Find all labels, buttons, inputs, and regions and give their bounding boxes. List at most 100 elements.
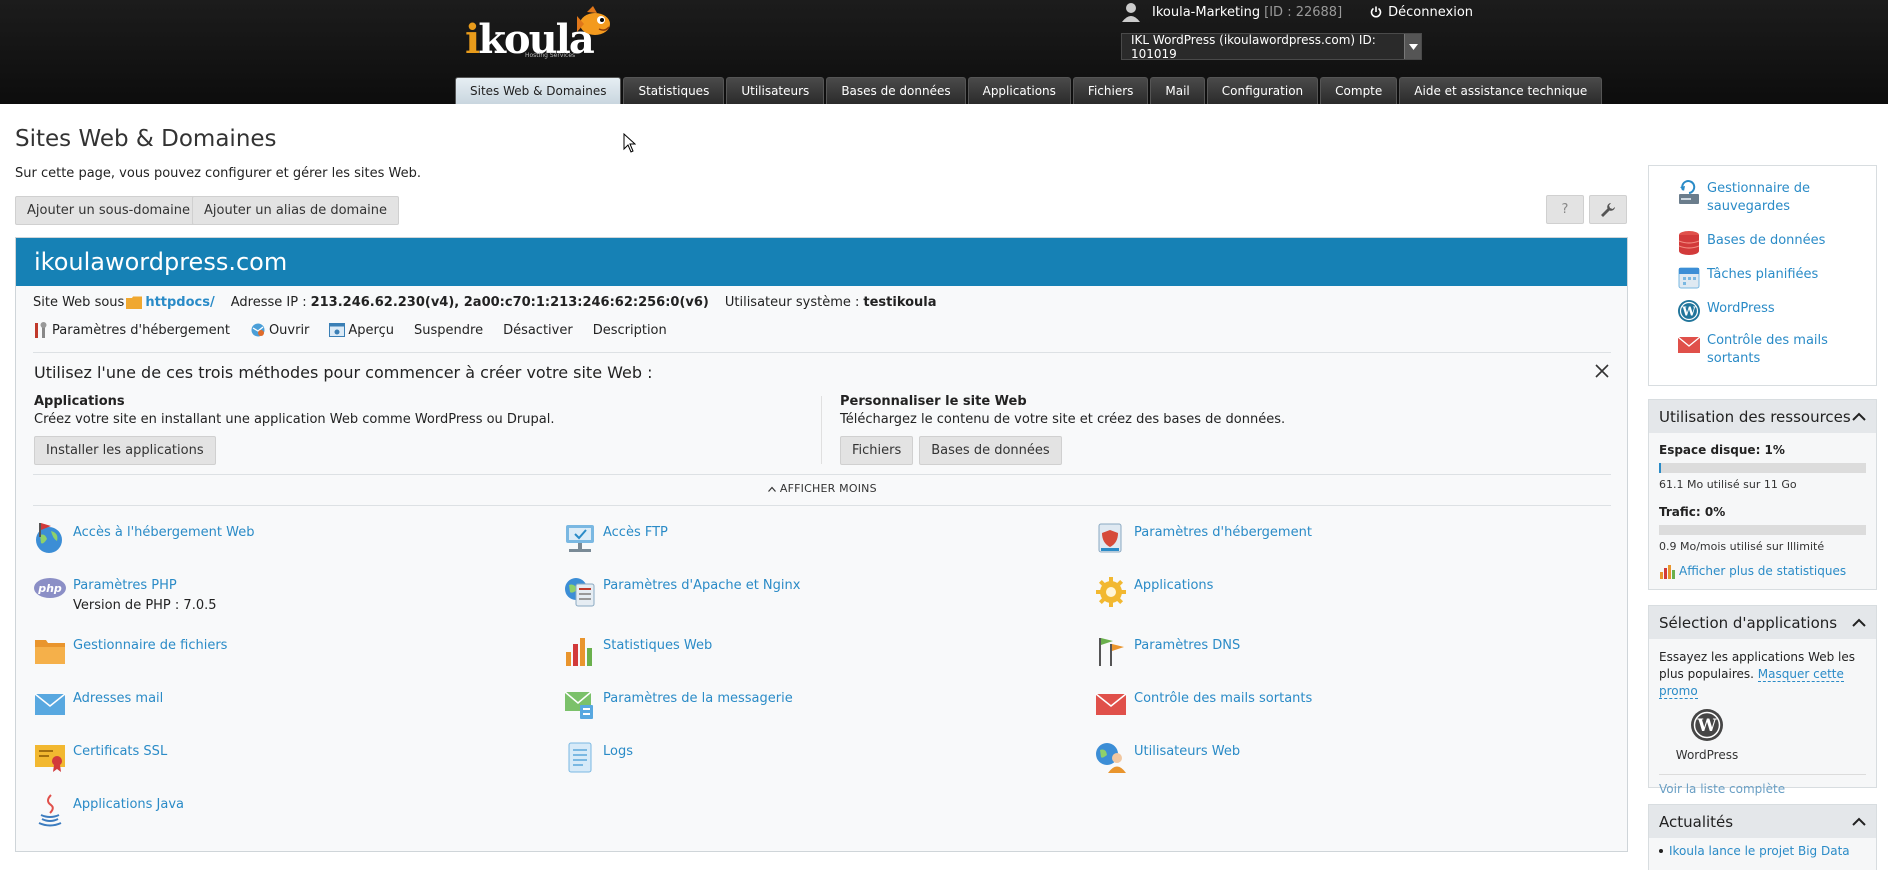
suspend-link[interactable]: Suspendre	[414, 322, 483, 338]
ip-label: Adresse IP :	[230, 295, 307, 310]
tab-utilisateurs[interactable]: Utilisateurs	[726, 77, 825, 104]
sysuser-value: testikoula	[863, 295, 937, 310]
tab-aide[interactable]: Aide et assistance technique	[1399, 77, 1603, 104]
svg-text:php: php	[37, 582, 62, 595]
files-button[interactable]: Fichiers	[840, 436, 914, 465]
disk-usage-label: Espace disque: 1%	[1659, 443, 1785, 457]
open-site-link[interactable]: Ouvrir	[250, 322, 309, 338]
site-folder-link[interactable]: httpdocs/	[145, 295, 214, 310]
tab-compte[interactable]: Compte	[1320, 77, 1398, 104]
tool-ssl-certificates[interactable]: Certificats SSL	[33, 740, 167, 774]
tab-mail[interactable]: Mail	[1150, 77, 1205, 104]
outgoing-mail-icon	[1677, 336, 1701, 353]
add-subdomain-button[interactable]: Ajouter un sous-domaine	[15, 196, 202, 225]
tool-web-hosting-access[interactable]: Accès à l'hébergement Web	[33, 521, 254, 555]
promo-applications-heading: Applications	[34, 394, 125, 409]
main-tabs: Sites Web & Domaines Statistiques Utilis…	[455, 77, 1604, 104]
hosting-settings-link[interactable]: Paramètres d'hébergement	[33, 322, 230, 338]
preview-link[interactable]: Aperçu	[329, 322, 394, 338]
tab-applications[interactable]: Applications	[967, 77, 1071, 104]
wordpress-icon: W	[1678, 300, 1700, 322]
resource-usage-header[interactable]: Utilisation des ressources	[1649, 400, 1876, 433]
news-item[interactable]: Ikoula lance le projet Big Data	[1659, 844, 1866, 858]
tool-mail-addresses[interactable]: Adresses mail	[33, 687, 163, 721]
mail-icon	[34, 693, 66, 715]
chevron-up-icon[interactable]	[1852, 817, 1866, 826]
tool-mail-settings[interactable]: Paramètres de la messagerie	[563, 687, 793, 721]
domain-name[interactable]: ikoulawordpress.com	[16, 238, 1627, 286]
user-box: Ikoula-Marketing [ID : 22688] Déconnexio…	[1122, 2, 1473, 22]
tool-file-manager[interactable]: Gestionnaire de fichiers	[33, 634, 227, 668]
news-header[interactable]: Actualités	[1649, 805, 1876, 838]
more-stats-link[interactable]: Afficher plus de statistiques	[1659, 563, 1866, 579]
disk-usage-fill	[1659, 463, 1662, 473]
calendar-icon	[1678, 267, 1700, 289]
ikoula-logo[interactable]: ikoula Hosting Services	[465, 4, 615, 63]
show-less-toggle[interactable]: AFFICHER MOINS	[16, 482, 1629, 495]
help-button[interactable]: ?	[1546, 195, 1584, 224]
folder-icon	[126, 296, 143, 309]
databases-button[interactable]: Bases de données	[919, 436, 1062, 465]
domain-actions: Paramètres d'hébergement Ouvrir Aperçu S…	[33, 322, 687, 338]
logs-icon	[568, 742, 592, 773]
add-domain-alias-button[interactable]: Ajouter un alias de domaine	[192, 196, 400, 225]
tool-outgoing-mail-control[interactable]: Contrôle des mails sortants	[1094, 687, 1312, 721]
wordpress-icon: W	[1691, 709, 1723, 741]
promo-customize-heading: Personnaliser le site Web	[840, 394, 1027, 409]
tool-web-users[interactable]: Utilisateurs Web	[1094, 740, 1240, 774]
sidebar-quick-links: Gestionnaire de sauvegardes Bases de don…	[1648, 165, 1877, 386]
logout-link[interactable]: Déconnexion	[1370, 5, 1473, 20]
sidebar-wordpress[interactable]: W WordPress	[1677, 298, 1775, 324]
app-wordpress-label: WordPress	[1675, 748, 1739, 762]
tab-bases-de-donnees[interactable]: Bases de données	[826, 77, 966, 104]
bullet-icon	[1659, 849, 1663, 853]
chevron-up-icon[interactable]	[1852, 618, 1866, 627]
tool-java-applications[interactable]: Applications Java	[33, 793, 184, 827]
tools-button[interactable]	[1589, 195, 1627, 224]
page-title: Sites Web & Domaines	[15, 126, 277, 152]
tool-dns-settings[interactable]: Paramètres DNS	[1094, 634, 1240, 668]
install-apps-button[interactable]: Installer les applications	[34, 436, 216, 465]
java-icon	[38, 794, 62, 827]
tool-logs[interactable]: Logs	[563, 740, 633, 774]
tool-applications[interactable]: Applications	[1094, 574, 1213, 608]
logout-label: Déconnexion	[1388, 4, 1474, 20]
stats-icon	[1660, 565, 1675, 579]
tool-web-statistics[interactable]: Statistiques Web	[563, 634, 712, 668]
chevron-down-icon[interactable]	[1404, 34, 1421, 59]
chevron-up-icon[interactable]	[1852, 412, 1866, 421]
tool-apache-nginx[interactable]: Paramètres d'Apache et Nginx	[563, 574, 800, 608]
disable-link[interactable]: Désactiver	[503, 322, 573, 338]
page-description: Sur cette page, vous pouvez configurer e…	[15, 166, 421, 181]
tab-statistiques[interactable]: Statistiques	[623, 77, 725, 104]
subscription-select[interactable]: IKL WordPress (ikoulawordpress.com) ID: …	[1121, 32, 1422, 61]
tool-ftp-access[interactable]: Accès FTP	[563, 521, 668, 555]
promo-title: Utilisez l'une de ces trois méthodes pou…	[34, 363, 653, 382]
subscription-value: IKL WordPress (ikoulawordpress.com) ID: …	[1131, 32, 1376, 61]
user-name[interactable]: Ikoula-Marketing	[1152, 5, 1260, 20]
svg-text:W: W	[1681, 305, 1696, 319]
site-label: Site Web sous	[33, 295, 125, 310]
web-user-icon	[1096, 743, 1126, 773]
tab-fichiers[interactable]: Fichiers	[1072, 77, 1149, 104]
sidebar-backup-manager[interactable]: Gestionnaire de sauvegardes	[1677, 180, 1876, 216]
domain-info: Site Web sous httpdocs/ Adresse IP : 213…	[33, 295, 953, 310]
dns-flags-icon	[1099, 638, 1124, 666]
app-wordpress[interactable]: W WordPress	[1667, 708, 1747, 764]
mail-settings-icon	[564, 691, 593, 719]
app-selection-header[interactable]: Sélection d'applications	[1649, 606, 1876, 639]
full-list-link[interactable]: Voir la liste complète	[1659, 782, 1785, 796]
folder-icon	[35, 640, 65, 664]
mouse-cursor-icon	[623, 133, 636, 153]
sidebar-outgoing-mail[interactable]: Contrôle des mails sortants	[1677, 332, 1857, 368]
close-icon[interactable]	[1595, 364, 1609, 378]
traffic-label: Trafic: 0%	[1659, 505, 1726, 519]
description-link[interactable]: Description	[593, 322, 667, 338]
tool-hosting-settings[interactable]: Paramètres d'hébergement	[1094, 521, 1312, 555]
tab-sites-web-domaines[interactable]: Sites Web & Domaines	[455, 77, 622, 104]
user-icon	[1122, 3, 1140, 22]
tab-configuration[interactable]: Configuration	[1206, 77, 1319, 104]
sidebar-databases[interactable]: Bases de données	[1677, 230, 1825, 256]
tool-php-settings[interactable]: php Paramètres PHP Version de PHP : 7.0.…	[33, 574, 217, 613]
sidebar-scheduled-tasks[interactable]: Tâches planifiées	[1677, 264, 1818, 290]
